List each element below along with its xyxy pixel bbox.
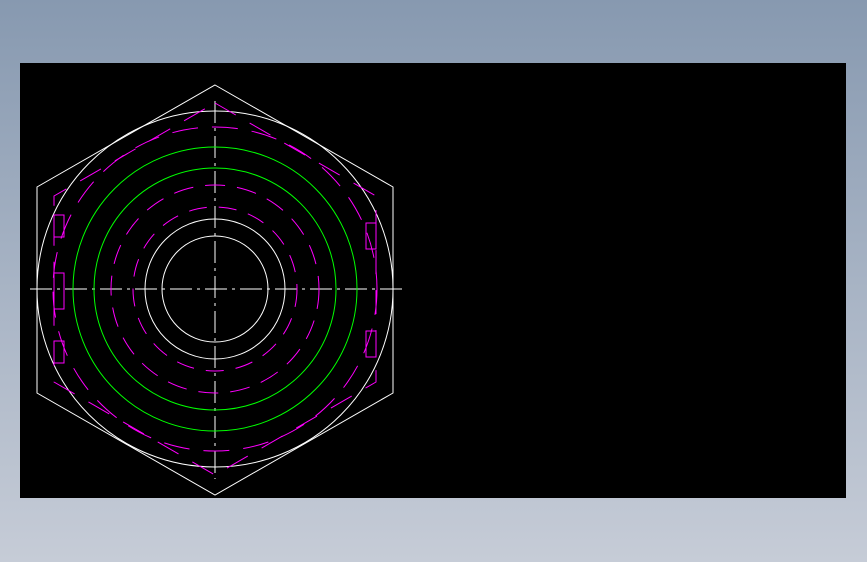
centerlines bbox=[30, 101, 402, 479]
hidden-feature-left-2 bbox=[53, 272, 65, 310]
application-window: { "drawing": { "subject": "hexagon-nut-t… bbox=[0, 0, 867, 562]
nut-drawing bbox=[30, 84, 402, 496]
cad-drawing-viewport[interactable] bbox=[20, 63, 846, 498]
center-mark bbox=[209, 283, 221, 295]
